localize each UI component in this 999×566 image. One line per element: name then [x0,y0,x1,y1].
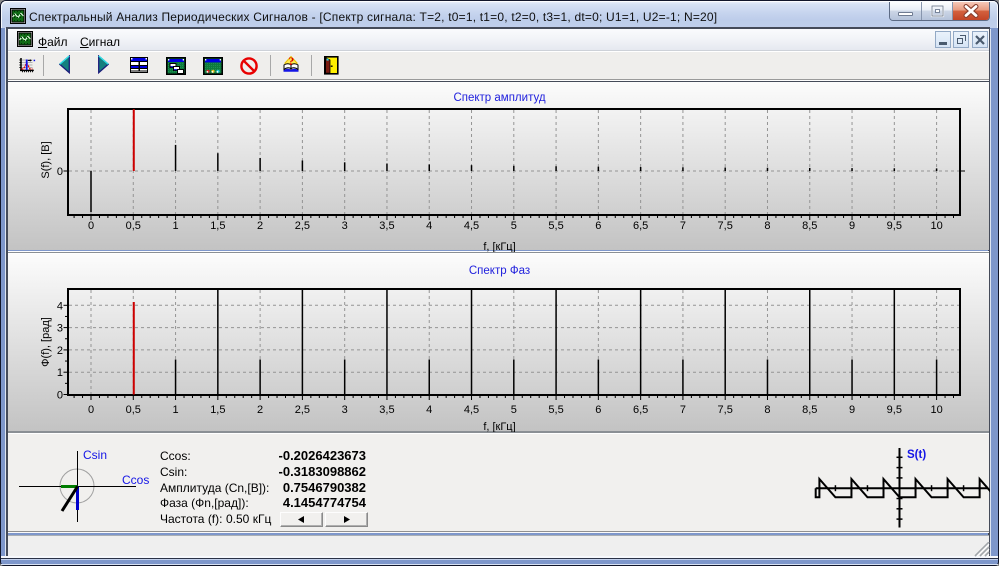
svg-text:6: 6 [595,220,601,232]
svg-text:2: 2 [257,220,263,232]
svg-text:4,5: 4,5 [464,220,479,232]
svg-text:5: 5 [511,404,517,416]
svg-text:3,5: 3,5 [379,404,394,416]
svg-text:3: 3 [342,220,348,232]
svg-text:f, [кГц]: f, [кГц] [483,421,515,432]
svg-text:10: 10 [930,220,942,232]
svg-text:1: 1 [172,220,178,232]
svg-text:1: 1 [57,367,63,379]
svg-text:8: 8 [764,404,770,416]
svg-text:10: 10 [930,404,942,416]
svg-text:0,5: 0,5 [126,404,141,416]
svg-text:4: 4 [426,220,432,232]
svg-text:2: 2 [257,404,263,416]
svg-text:0: 0 [57,166,63,178]
svg-text:0: 0 [88,220,94,232]
svg-text:S(t): S(t) [907,449,926,461]
svg-text:Ф(f), [рад]: Ф(f), [рад] [40,317,52,367]
svg-text:7,5: 7,5 [718,220,733,232]
svg-text:3: 3 [57,323,63,335]
svg-text:Csin: Csin [83,448,107,462]
svg-text:5: 5 [511,220,517,232]
svg-text:7,5: 7,5 [718,404,733,416]
svg-text:4,5: 4,5 [464,404,479,416]
svg-text:0,5: 0,5 [126,220,141,232]
svg-text:8,5: 8,5 [802,220,817,232]
svg-text:6: 6 [595,404,601,416]
svg-text:4: 4 [57,300,63,312]
svg-text:Спектр амплитуд: Спектр амплитуд [453,92,545,104]
svg-text:S(f), [В]: S(f), [В] [40,141,52,178]
svg-text:f, [кГц]: f, [кГц] [483,241,515,252]
svg-text:7: 7 [680,220,686,232]
svg-text:9: 9 [849,404,855,416]
svg-text:9: 9 [849,220,855,232]
svg-text:3: 3 [342,404,348,416]
svg-text:?: ? [288,55,294,68]
svg-text:8: 8 [764,220,770,232]
svg-text:2,5: 2,5 [295,404,310,416]
svg-text:9,5: 9,5 [887,404,902,416]
svg-text:5,5: 5,5 [548,220,563,232]
svg-text:9,5: 9,5 [887,220,902,232]
svg-text:7: 7 [680,404,686,416]
svg-text:0: 0 [88,404,94,416]
svg-text:4: 4 [426,404,432,416]
svg-text:8,5: 8,5 [802,404,817,416]
svg-text:1,5: 1,5 [210,220,225,232]
svg-text:Ccos: Ccos [122,473,149,487]
svg-text:2: 2 [57,345,63,357]
svg-text:6,5: 6,5 [633,220,648,232]
svg-text:5,5: 5,5 [548,404,563,416]
svg-text:3,5: 3,5 [379,220,394,232]
svg-text:2,5: 2,5 [295,220,310,232]
svg-text:0: 0 [57,390,63,402]
svg-text:1,5: 1,5 [210,404,225,416]
svg-text:1: 1 [172,404,178,416]
svg-text:6,5: 6,5 [633,404,648,416]
svg-text:Спектр Фаз: Спектр Фаз [469,265,530,277]
